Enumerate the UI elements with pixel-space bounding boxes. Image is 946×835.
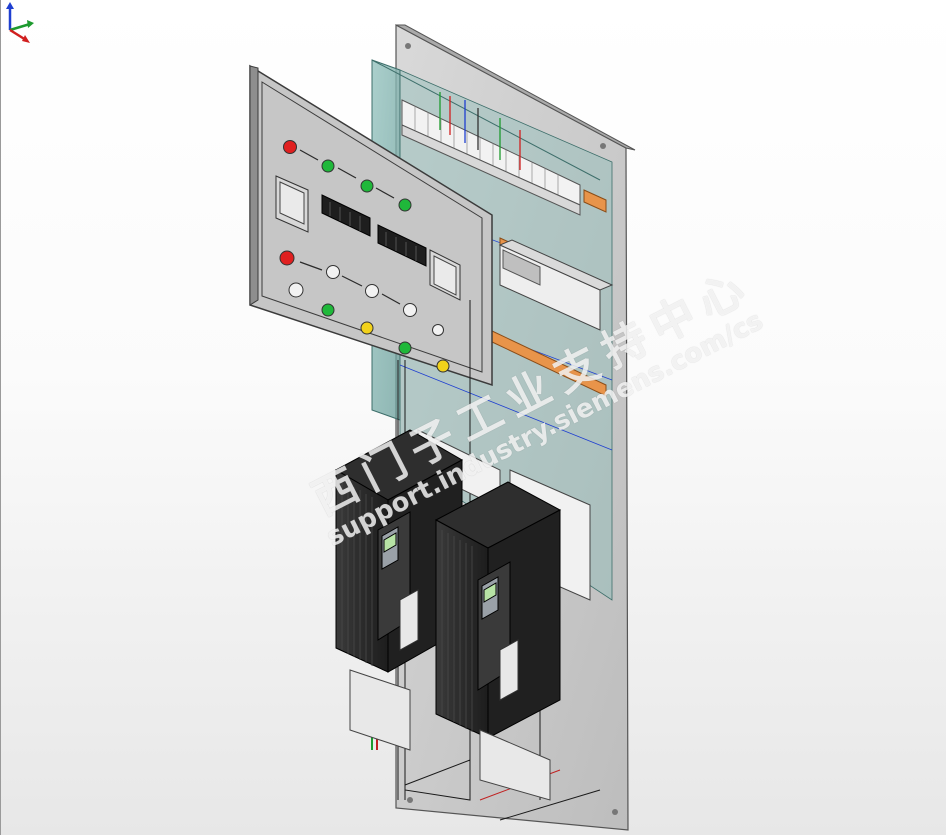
3d-viewport[interactable]: 西门子工业支持中心 support.industry.siemens.com/c… (0, 0, 946, 835)
xyz-triad-icon (6, 2, 34, 43)
viewport-edge (0, 0, 1, 835)
cabinet-model (249, 23, 636, 831)
